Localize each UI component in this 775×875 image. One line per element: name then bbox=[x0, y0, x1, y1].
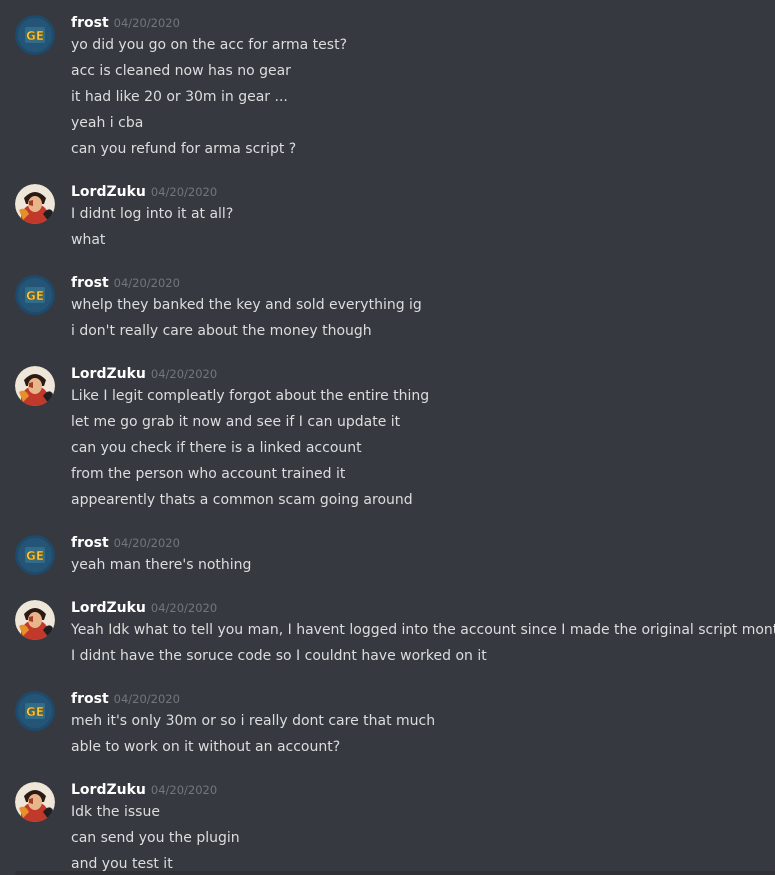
message-timestamp: 04/20/2020 bbox=[150, 783, 218, 797]
message-header: LordZuku 04/20/2020 bbox=[71, 779, 217, 799]
lordzuku-avatar[interactable] bbox=[15, 366, 55, 406]
message-group: GE frost 04/20/2020 yeah man there's nothin… bbox=[0, 532, 775, 581]
message-text: can you check if there is a linked accou… bbox=[71, 440, 362, 456]
message-timestamp: 04/20/2020 bbox=[113, 276, 180, 290]
message-timestamp: 04/20/2020 bbox=[113, 536, 180, 550]
username[interactable]: LordZuku bbox=[71, 782, 146, 798]
message-header: frost 04/20/2020 bbox=[71, 272, 180, 292]
username[interactable]: frost bbox=[71, 535, 109, 551]
message-group: LordZuku 04/20/2020 Idk the issue can send … bbox=[0, 779, 775, 875]
message-text: appearently thats a common scam going ar… bbox=[71, 492, 413, 508]
message-group: LordZuku 04/20/2020 Like I legit compleatl… bbox=[0, 363, 775, 516]
message-header: LordZuku 04/20/2020 bbox=[71, 363, 217, 383]
message-text: i don't really care about the money thou… bbox=[71, 323, 372, 339]
message-header: LordZuku 04/20/2020 bbox=[71, 597, 217, 617]
username[interactable]: LordZuku bbox=[71, 366, 146, 382]
message-text: it had like 20 or 30m in gear ... bbox=[71, 89, 288, 105]
message-header: LordZuku 04/20/2020 bbox=[71, 181, 217, 201]
message-group: GE frost 04/20/2020 yo did you go on the ac… bbox=[0, 12, 775, 165]
username[interactable]: frost bbox=[71, 15, 109, 31]
message-text: what bbox=[71, 232, 106, 248]
message-text: acc is cleaned now has no gear bbox=[71, 63, 291, 79]
message-text: Like I legit compleatly forgot about the… bbox=[71, 388, 430, 404]
message-text: yeah man there's nothing bbox=[71, 557, 252, 573]
message-header: frost 04/20/2020 bbox=[71, 12, 180, 32]
message-text: whelp they banked the key and sold every… bbox=[71, 297, 422, 313]
username[interactable]: LordZuku bbox=[71, 600, 146, 616]
message-timestamp: 04/20/2020 bbox=[113, 692, 180, 706]
message-timestamp: 04/20/2020 bbox=[150, 367, 218, 381]
lordzuku-avatar[interactable] bbox=[15, 184, 55, 224]
username[interactable]: LordZuku bbox=[71, 184, 146, 200]
message-header: frost 04/20/2020 bbox=[71, 688, 180, 708]
message-text: Yeah Idk what to tell you man, I havent … bbox=[71, 622, 775, 638]
lordzuku-avatar[interactable] bbox=[15, 782, 55, 822]
lordzuku-avatar[interactable] bbox=[15, 600, 55, 640]
chat-message-list[interactable]: GE frost 04/20/2020 yo did you go on the ac… bbox=[0, 0, 775, 875]
frost-avatar[interactable]: GE bbox=[15, 275, 55, 315]
message-group: GE frost 04/20/2020 meh it's only 30m or so… bbox=[0, 688, 775, 763]
message-group: LordZuku 04/20/2020 I didnt log into it at… bbox=[0, 181, 775, 256]
message-text: yo did you go on the acc for arma test? bbox=[71, 37, 348, 53]
message-text: let me go grab it now and see if I can u… bbox=[71, 414, 401, 430]
message-text: able to work on it without an account? bbox=[71, 739, 341, 755]
message-text: yeah i cba bbox=[71, 115, 144, 131]
message-text: meh it's only 30m or so i really dont ca… bbox=[71, 713, 436, 729]
message-timestamp: 04/20/2020 bbox=[150, 601, 218, 615]
horizontal-scrollbar[interactable] bbox=[15, 871, 775, 875]
frost-avatar[interactable]: GE bbox=[15, 535, 55, 575]
username[interactable]: frost bbox=[71, 275, 109, 291]
message-text: I didnt log into it at all? bbox=[71, 206, 234, 222]
message-text: from the person who account trained it bbox=[71, 466, 346, 482]
svg-text:GE: GE bbox=[26, 705, 44, 719]
message-text: I didnt have the soruce code so I couldn… bbox=[71, 648, 487, 664]
message-timestamp: 04/20/2020 bbox=[113, 16, 180, 30]
svg-text:GE: GE bbox=[26, 289, 44, 303]
svg-text:GE: GE bbox=[26, 549, 44, 563]
message-header: frost 04/20/2020 bbox=[71, 532, 180, 552]
message-text: can you refund for arma script ? bbox=[71, 141, 297, 157]
svg-text:GE: GE bbox=[26, 29, 44, 43]
frost-avatar[interactable]: GE bbox=[15, 15, 55, 55]
message-text: Idk the issue bbox=[71, 804, 160, 820]
message-group: GE frost 04/20/2020 whelp they banked the k… bbox=[0, 272, 775, 347]
message-timestamp: 04/20/2020 bbox=[150, 185, 218, 199]
username[interactable]: frost bbox=[71, 691, 109, 707]
message-text: can send you the plugin bbox=[71, 830, 240, 846]
frost-avatar[interactable]: GE bbox=[15, 691, 55, 731]
message-group: LordZuku 04/20/2020 Yeah Idk what to tell … bbox=[0, 597, 775, 672]
